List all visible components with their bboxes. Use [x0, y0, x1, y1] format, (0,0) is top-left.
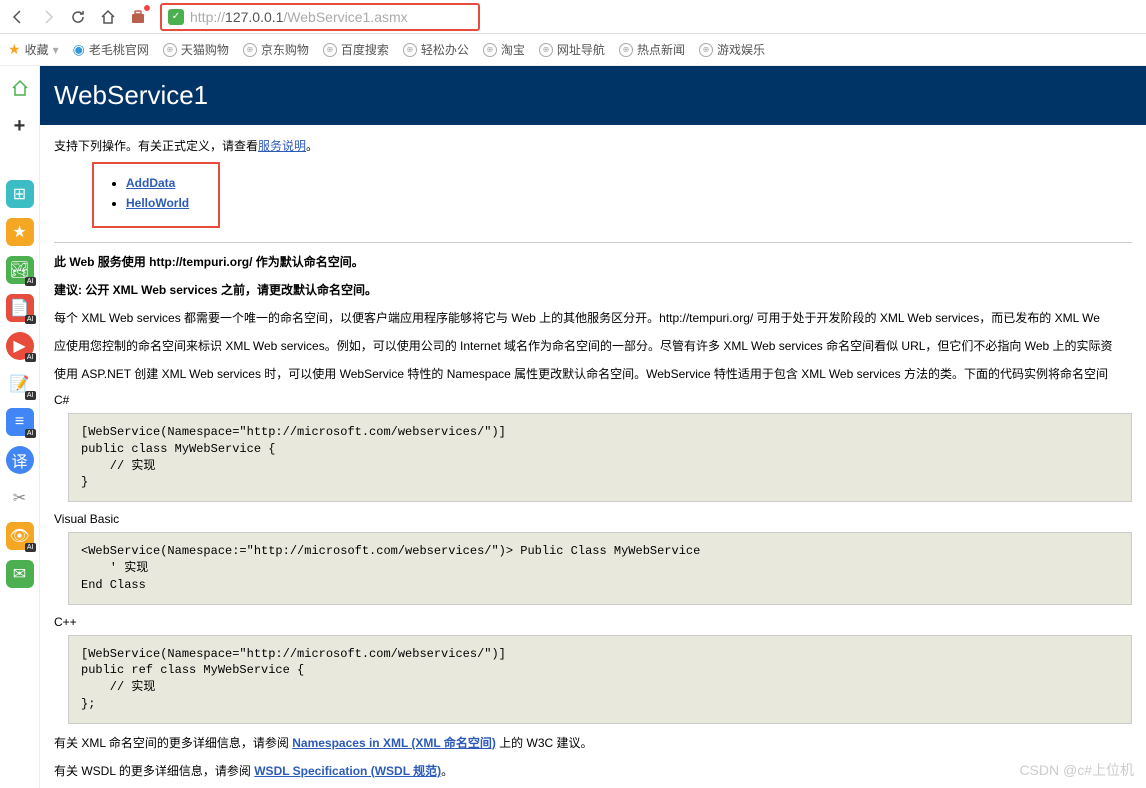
shield-icon: ✓: [168, 9, 184, 25]
paragraph-3: 使用 ASP.NET 创建 XML Web services 时，可以使用 We…: [54, 365, 1132, 383]
globe-icon: ⊕: [699, 43, 713, 57]
notification-dot-icon: [144, 5, 150, 11]
bookmark-item-3[interactable]: ⊕百度搜索: [323, 41, 389, 58]
sidebar-app-5[interactable]: ▶AI: [6, 332, 34, 360]
paragraph-1: 每个 XML Web services 都需要一个唯一的命名空间，以便客户端应用…: [54, 309, 1132, 327]
code-cpp: [WebService(Namespace="http://microsoft.…: [68, 635, 1132, 724]
bookmark-item-2[interactable]: ⊕京东购物: [243, 41, 309, 58]
globe-icon: ⊕: [163, 43, 177, 57]
divider: [54, 242, 1132, 243]
xml-ns-para: 有关 XML 命名空间的更多详细信息，请参阅 Namespaces in XML…: [54, 734, 1132, 752]
globe-icon: ⊕: [619, 43, 633, 57]
bookmark-item-1[interactable]: ⊕天猫购物: [163, 41, 229, 58]
left-sidebar: + ⊞ ★ 🏞AI 📄AI ▶AI 📝AI ≡AI 译 ✂ 👁AI ✉: [0, 66, 40, 788]
bookmarks-bar: ★收藏 ▾ ◉老毛桃官网 ⊕天猫购物 ⊕京东购物 ⊕百度搜索 ⊕轻松办公 ⊕淘宝…: [0, 34, 1146, 66]
extension-button[interactable]: [124, 3, 152, 31]
page-title: WebService1: [54, 80, 1132, 111]
suggestion-line: 建议: 公开 XML Web services 之前，请更改默认命名空间。: [54, 281, 1132, 299]
sidebar-app-3[interactable]: 🏞AI: [6, 256, 34, 284]
operation-link-adddata[interactable]: AddData: [126, 176, 175, 190]
reload-button[interactable]: [64, 3, 92, 31]
sidebar-app-7[interactable]: ≡AI: [6, 408, 34, 436]
operation-link-helloworld[interactable]: HelloWorld: [126, 196, 189, 210]
sidebar-app-6[interactable]: 📝AI: [6, 370, 34, 398]
sidebar-home-icon[interactable]: [6, 74, 34, 102]
globe-icon: ⊕: [403, 43, 417, 57]
code-vb: <WebService(Namespace:="http://microsoft…: [68, 532, 1132, 604]
bookmark-item-6[interactable]: ⊕网址导航: [539, 41, 605, 58]
page-header: WebService1: [40, 66, 1146, 125]
page-content: WebService1 支持下列操作。有关正式定义，请查看服务说明。 AddDa…: [40, 66, 1146, 788]
sidebar-app-4[interactable]: 📄AI: [6, 294, 34, 322]
bookmark-item-8[interactable]: ⊕游戏娱乐: [699, 41, 765, 58]
lang-cpp-label: C++: [54, 615, 1132, 629]
sidebar-app-1[interactable]: ⊞: [6, 180, 34, 208]
globe-icon: ⊕: [483, 43, 497, 57]
url-text: http://127.0.0.1/WebService1.asmx: [190, 9, 408, 25]
star-icon: ★: [8, 41, 21, 58]
wsdl-para: 有关 WSDL 的更多详细信息，请参阅 WSDL Specification (…: [54, 762, 1132, 780]
service-description-link[interactable]: 服务说明: [258, 139, 306, 153]
sidebar-mail-icon[interactable]: ✉: [6, 560, 34, 588]
sidebar-scissors-icon[interactable]: ✂: [6, 484, 34, 512]
globe-icon: ⊕: [539, 43, 553, 57]
browser-toolbar: ✓ http://127.0.0.1/WebService1.asmx: [0, 0, 1146, 34]
sidebar-app-9[interactable]: 👁AI: [6, 522, 34, 550]
back-button[interactable]: [4, 3, 32, 31]
sidebar-plus-icon[interactable]: +: [6, 112, 34, 140]
namespace-line: 此 Web 服务使用 http://tempuri.org/ 作为默认命名空间。: [54, 253, 1132, 271]
forward-button[interactable]: [34, 3, 62, 31]
xml-namespaces-link[interactable]: Namespaces in XML (XML 命名空间): [292, 736, 496, 750]
intro-text: 支持下列操作。有关正式定义，请查看服务说明。: [54, 137, 1132, 154]
bookmark-item-5[interactable]: ⊕淘宝: [483, 41, 525, 58]
sidebar-app-8[interactable]: 译: [6, 446, 34, 474]
spin-icon: ◉: [73, 41, 85, 58]
wsdl-link[interactable]: WSDL Specification (WSDL 规范): [254, 764, 441, 778]
operations-list: AddData HelloWorld: [92, 162, 220, 228]
globe-icon: ⊕: [243, 43, 257, 57]
bookmark-item-0[interactable]: ◉老毛桃官网: [73, 41, 149, 58]
lang-csharp-label: C#: [54, 393, 1132, 407]
favorites-button[interactable]: ★收藏 ▾: [8, 41, 59, 58]
bookmark-item-7[interactable]: ⊕热点新闻: [619, 41, 685, 58]
home-button[interactable]: [94, 3, 122, 31]
lang-vb-label: Visual Basic: [54, 512, 1132, 526]
sidebar-app-2[interactable]: ★: [6, 218, 34, 246]
watermark: CSDN @c#上位机: [1019, 760, 1134, 780]
globe-icon: ⊕: [323, 43, 337, 57]
paragraph-2: 应使用您控制的命名空间来标识 XML Web services。例如，可以使用公…: [54, 337, 1132, 355]
url-bar[interactable]: ✓ http://127.0.0.1/WebService1.asmx: [160, 3, 480, 31]
bookmark-item-4[interactable]: ⊕轻松办公: [403, 41, 469, 58]
code-csharp: [WebService(Namespace="http://microsoft.…: [68, 413, 1132, 502]
